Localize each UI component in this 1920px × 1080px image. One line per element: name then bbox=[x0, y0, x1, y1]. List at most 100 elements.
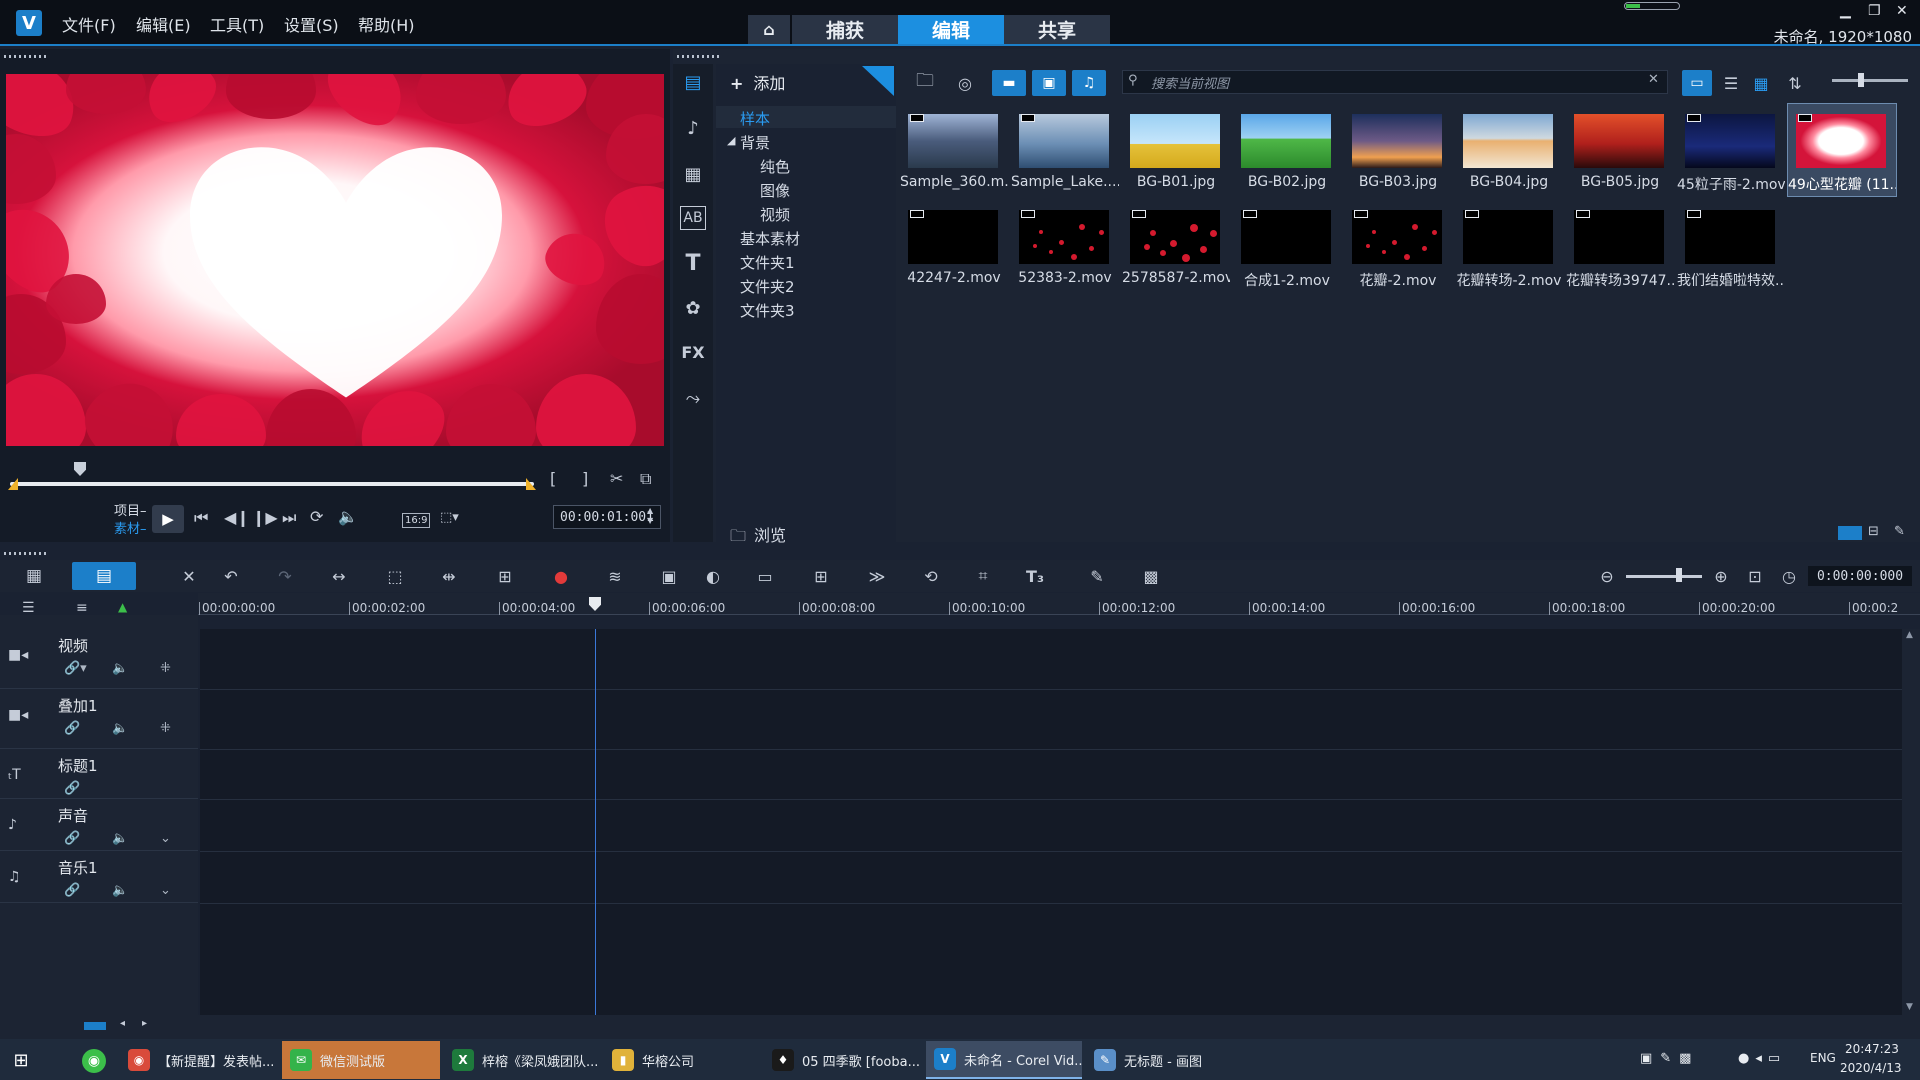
language-indicator[interactable]: ENG bbox=[1810, 1051, 1836, 1065]
tree-item[interactable]: 纯色 bbox=[760, 156, 790, 177]
tree-item[interactable]: 背景 bbox=[740, 132, 770, 153]
chevron-down-icon[interactable]: ⌄ bbox=[160, 883, 171, 898]
mode-project[interactable]: 项目– bbox=[114, 500, 147, 519]
library-layout-icon[interactable]: ⊟ bbox=[1868, 524, 1879, 539]
add-folder-button[interactable]: + 添加 bbox=[730, 70, 785, 94]
3d-title-icon[interactable]: T₃ bbox=[1022, 564, 1048, 588]
timeline-tracks[interactable] bbox=[200, 629, 1902, 1015]
add-marker-icon[interactable]: ▲ bbox=[118, 600, 127, 614]
tree-item[interactable]: 图像 bbox=[760, 180, 790, 201]
library-thumbnail[interactable]: 花瓣-2.mov bbox=[1344, 200, 1452, 292]
library-thumbnail[interactable]: 我们结婚啦特效... bbox=[1677, 200, 1785, 292]
timeline-zoom-slider[interactable] bbox=[1626, 575, 1702, 578]
app-360-icon[interactable]: ◉ bbox=[82, 1049, 106, 1073]
undo-icon[interactable]: ↶ bbox=[218, 564, 244, 588]
library-thumbnail[interactable]: BG-B01.jpg bbox=[1122, 104, 1230, 196]
tab-share[interactable]: 共享 bbox=[1004, 15, 1110, 44]
auto-music-icon[interactable]: ⌗ bbox=[970, 564, 996, 588]
tree-item[interactable]: 视频 bbox=[760, 204, 790, 225]
tab-edit[interactable]: 编辑 bbox=[898, 15, 1004, 44]
chevron-down-icon[interactable]: ⌄ bbox=[160, 831, 171, 846]
library-thumbnail[interactable]: BG-B02.jpg bbox=[1233, 104, 1341, 196]
taskbar-item[interactable]: ✉ 微信测试版 bbox=[282, 1041, 440, 1079]
library-thumbnail[interactable]: Sample_360.m... bbox=[900, 104, 1008, 196]
prev-frame-icon[interactable]: ◀❙ bbox=[224, 508, 250, 527]
library-mode-icon[interactable] bbox=[1838, 526, 1862, 540]
audio-mixer-icon[interactable]: ≋ bbox=[602, 564, 628, 588]
split-screen-icon[interactable]: ⊞ bbox=[808, 564, 834, 588]
mute-icon[interactable]: 🔈 bbox=[112, 883, 128, 898]
go-start-icon[interactable]: ⏮ bbox=[194, 508, 208, 528]
recording-icon[interactable]: ◎ bbox=[950, 70, 980, 96]
timeline-playhead[interactable] bbox=[595, 629, 596, 1015]
timeline-scroll-icon[interactable] bbox=[84, 1022, 106, 1030]
media-category-icon[interactable]: ▤ bbox=[680, 70, 706, 94]
scroll-right-icon[interactable]: ▸ bbox=[142, 1018, 147, 1029]
timeline-view-button[interactable]: ▤ bbox=[72, 562, 136, 590]
clock-icon[interactable]: ◷ bbox=[1776, 564, 1802, 588]
tree-item[interactable]: 文件夹1 bbox=[740, 252, 795, 273]
mute-icon[interactable]: 🔈 bbox=[112, 721, 128, 736]
crop-tool-icon[interactable]: ⬚ bbox=[382, 564, 408, 588]
clock-time[interactable]: 20:47:23 bbox=[1845, 1042, 1899, 1056]
player-timecode[interactable]: 00:00:01:001 bbox=[553, 505, 661, 529]
timecode-stepper-icon[interactable]: ▲ ▼ bbox=[647, 506, 653, 526]
restore-icon[interactable]: ❐ bbox=[1868, 3, 1881, 19]
mute-icon[interactable]: 🔈 bbox=[112, 661, 128, 676]
storyboard-view-button[interactable]: ▦ bbox=[8, 562, 60, 590]
taskbar-item[interactable]: X 梓榕《梁凤娥团队... bbox=[444, 1041, 600, 1079]
panel-grip[interactable] bbox=[4, 552, 48, 555]
play-button[interactable]: ▶ bbox=[152, 505, 184, 533]
import-media-icon[interactable]: 🗀 bbox=[910, 70, 940, 96]
track-header-title[interactable]: ₜT 标题1 🔗 bbox=[0, 749, 198, 799]
home-tab[interactable]: ⌂ bbox=[748, 15, 790, 44]
search-clear-icon[interactable]: ✕ bbox=[1648, 72, 1659, 87]
paint-icon[interactable]: ✎ bbox=[1084, 564, 1110, 588]
path-icon[interactable]: ⤳ bbox=[680, 386, 706, 410]
library-thumbnail[interactable]: Sample_Lake.... bbox=[1011, 104, 1119, 196]
library-thumbnail[interactable]: 52383-2.mov bbox=[1011, 200, 1119, 292]
menu-tools[interactable]: 工具(T) bbox=[210, 12, 264, 36]
panel-grip[interactable] bbox=[677, 55, 721, 58]
library-thumbnail[interactable]: 45粒子雨-2.mov bbox=[1677, 104, 1785, 196]
record-icon[interactable]: ● bbox=[548, 564, 574, 588]
crop-menu-icon[interactable]: ⬚▾ bbox=[440, 510, 459, 525]
sort-icon[interactable]: ⇅ bbox=[1782, 70, 1808, 96]
library-thumbnail[interactable]: BG-B04.jpg bbox=[1455, 104, 1563, 196]
mini-toggle-icon[interactable] bbox=[1624, 2, 1680, 10]
trim-icon[interactable]: ⇹ bbox=[436, 564, 462, 588]
next-frame-icon[interactable]: ❙▶ bbox=[252, 508, 278, 527]
mark-in-icon[interactable]: [ bbox=[550, 469, 556, 488]
aspect-ratio-button[interactable]: 16:9 bbox=[402, 513, 431, 528]
library-thumbnail[interactable]: BG-B03.jpg bbox=[1344, 104, 1452, 196]
text-icon[interactable]: T bbox=[680, 251, 706, 276]
show-photos-button[interactable]: ▣ bbox=[1032, 70, 1066, 96]
timeline-zoom-knob[interactable] bbox=[1676, 568, 1682, 582]
fit-project-icon[interactable]: ↔ bbox=[326, 564, 352, 588]
track-header-voice[interactable]: ♪ 声音 🔗 🔈 ⌄ bbox=[0, 799, 198, 851]
cut-icon[interactable]: ✂ bbox=[610, 469, 623, 488]
track-header-overlay[interactable]: ■◂ 叠加1 🔗 🔈 ⁜ bbox=[0, 689, 198, 749]
link-icon[interactable]: 🔗 bbox=[64, 781, 80, 796]
timeline-vertical-scrollbar[interactable] bbox=[1902, 629, 1920, 1015]
fit-timeline-icon[interactable]: ⊡ bbox=[1742, 564, 1768, 588]
show-audio-button[interactable]: ♫ bbox=[1072, 70, 1106, 96]
library-edit-icon[interactable]: ✎ bbox=[1894, 524, 1905, 539]
menu-file[interactable]: 文件(F) bbox=[62, 12, 116, 36]
link-icon[interactable]: 🔗 bbox=[64, 721, 80, 736]
graphics-icon[interactable]: ✿ bbox=[680, 296, 706, 320]
screen-capture-icon[interactable]: ▩ bbox=[1138, 564, 1164, 588]
thumbnail-size-knob[interactable] bbox=[1858, 73, 1864, 87]
library-thumbnail[interactable]: 2578587-2.mov bbox=[1122, 200, 1230, 292]
library-thumbnail[interactable]: 42247-2.mov bbox=[900, 200, 1008, 292]
chapter-menu-icon[interactable]: ≡ bbox=[76, 600, 88, 616]
thumbnail-view-button[interactable]: ▭ bbox=[1682, 70, 1712, 96]
mute-icon[interactable]: 🔈 bbox=[112, 831, 128, 846]
library-thumbnail[interactable]: 花瓣转场-2.mov bbox=[1455, 200, 1563, 292]
motion-track-icon[interactable]: ▣ bbox=[656, 564, 682, 588]
menu-settings[interactable]: 设置(S) bbox=[284, 12, 339, 36]
ripple-icon[interactable]: ⁜ bbox=[160, 661, 171, 676]
grid-view-icon[interactable]: ▦ bbox=[1746, 70, 1776, 96]
thumbnail-size-slider[interactable] bbox=[1832, 79, 1908, 82]
tab-capture[interactable]: 捕获 bbox=[792, 15, 898, 44]
